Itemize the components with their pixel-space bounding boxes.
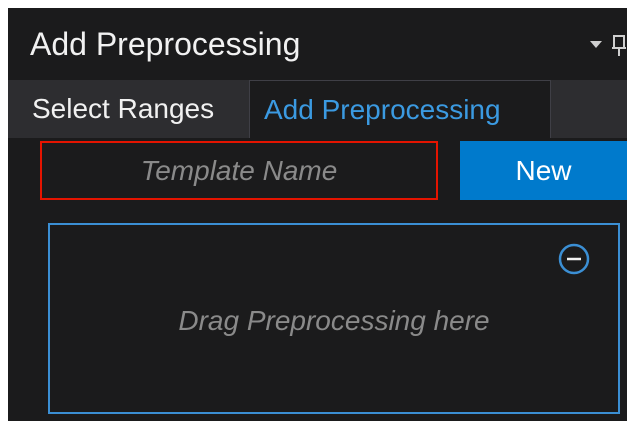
panel-title: Add Preprocessing	[30, 26, 301, 62]
preprocessing-dropzone[interactable]: Drag Preprocessing here	[48, 223, 620, 414]
tab-add-preprocessing[interactable]: Add Preprocessing	[249, 80, 551, 139]
template-name-input[interactable]	[40, 141, 438, 200]
tab-strip: Select Ranges Add Preprocessing	[8, 80, 627, 139]
panel-titlebar: Add Preprocessing	[8, 8, 627, 80]
pin-icon[interactable]	[612, 34, 627, 58]
minus-circle-icon[interactable]	[558, 243, 590, 275]
tab-content: New Drag Preprocessing here	[8, 138, 627, 421]
chevron-down-icon[interactable]	[590, 41, 602, 48]
add-preprocessing-panel: Add Preprocessing Select Ranges Add Prep…	[8, 8, 627, 421]
tab-select-ranges[interactable]: Select Ranges	[32, 80, 214, 138]
dropzone-hint: Drag Preprocessing here	[178, 305, 490, 336]
new-button[interactable]: New	[460, 141, 627, 200]
